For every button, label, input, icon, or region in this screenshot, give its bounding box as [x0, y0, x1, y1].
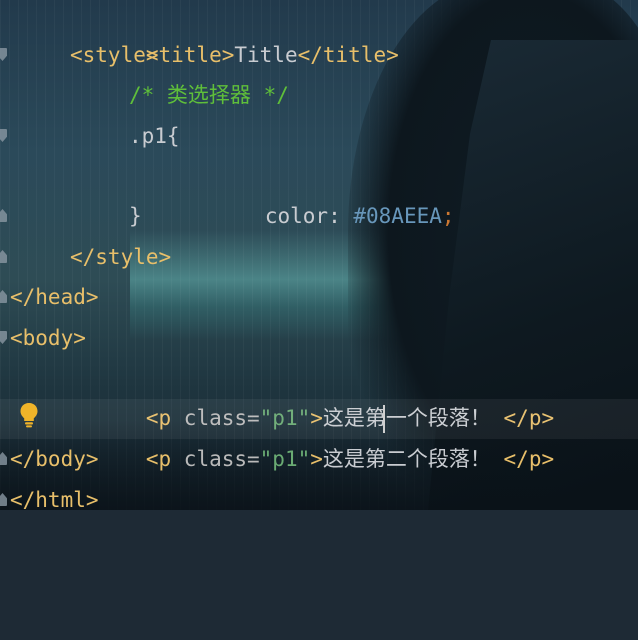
- fold-marker-icon[interactable]: [0, 452, 7, 465]
- fold-marker-icon[interactable]: [0, 48, 7, 61]
- code-line[interactable]: </html>: [0, 480, 638, 520]
- code-line-current[interactable]: <p class="p1">这是第二个段落！ </p>: [0, 399, 638, 471]
- code-line[interactable]: <body>: [0, 318, 638, 358]
- css-close-brace: }: [129, 204, 142, 228]
- html-close-tag: </html>: [10, 488, 99, 512]
- code-line[interactable]: <title>Title</title>: [0, 0, 638, 67]
- css-comment: /* 类选择器 */: [129, 83, 289, 107]
- fold-marker-icon[interactable]: [0, 209, 7, 222]
- code-line[interactable]: </style>: [0, 237, 638, 277]
- code-line[interactable]: </head>: [0, 277, 638, 317]
- code-line[interactable]: <style>: [0, 35, 638, 75]
- style-open-tag: <style>: [70, 43, 159, 67]
- code-line[interactable]: <p class="p1">这是第一个段落！ </p>: [0, 358, 638, 430]
- code-line[interactable]: /* 类选择器 */: [0, 75, 638, 115]
- body-close-tag: </body>: [10, 447, 99, 471]
- fold-marker-icon[interactable]: [0, 290, 7, 303]
- fold-marker-icon[interactable]: [0, 250, 7, 263]
- code-line[interactable]: </body>: [0, 439, 638, 479]
- fold-marker-icon[interactable]: [0, 129, 7, 142]
- code-editor[interactable]: <title>Title</title> <style> /* 类选择器 */ …: [0, 0, 638, 512]
- code-line[interactable]: .p1{: [0, 116, 638, 156]
- body-open-tag: <body>: [10, 326, 86, 350]
- intention-bulb-icon[interactable]: [19, 402, 39, 428]
- text-caret: [383, 405, 385, 433]
- code-line[interactable]: }: [0, 196, 638, 236]
- code-line[interactable]: color: #08AEEA;: [0, 156, 638, 228]
- fold-marker-icon[interactable]: [0, 331, 7, 344]
- css-selector: .p1{: [129, 124, 180, 148]
- head-close-tag: </head>: [10, 285, 99, 309]
- style-close-tag: </style>: [70, 245, 172, 269]
- fold-marker-icon[interactable]: [0, 493, 7, 506]
